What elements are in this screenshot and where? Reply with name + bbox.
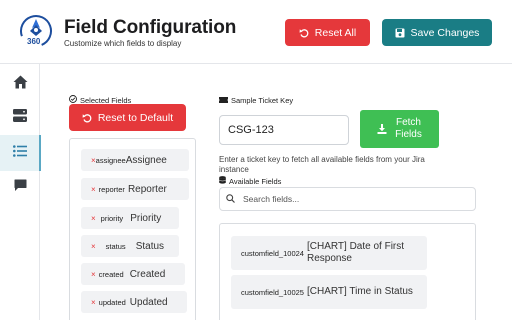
header: 360 Field Configuration Customize which …	[0, 0, 512, 64]
available-fields-heading: Available Fields	[219, 176, 281, 186]
home-icon	[13, 75, 28, 94]
ticket-key-input[interactable]: CSG-123	[219, 115, 349, 145]
page-title: Field Configuration	[64, 17, 237, 38]
list-icon	[13, 144, 27, 162]
sidebar	[0, 64, 41, 320]
search-fields-input[interactable]: Search fields...	[219, 187, 476, 211]
save-changes-label: Save Changes	[410, 26, 480, 39]
sidebar-item-server[interactable]	[0, 100, 40, 136]
remove-icon[interactable]: ×	[91, 270, 96, 279]
selected-field-chip[interactable]: × priority Priority	[81, 207, 179, 229]
fetch-label-line2: Fields	[395, 129, 422, 140]
reset-to-default-button[interactable]: Reset to Default	[69, 104, 186, 131]
selected-fields-list: × assignee Assignee × reporter Reporter …	[69, 138, 196, 320]
selected-field-chip[interactable]: × updated Updated	[81, 291, 187, 313]
available-fields-list: customfield_10024 [CHART] Date of First …	[219, 223, 476, 320]
remove-icon[interactable]: ×	[91, 214, 96, 223]
field-name: [CHART] Date of First Response	[306, 241, 405, 264]
field-name: Assignee	[125, 154, 167, 166]
ticket-hint: Enter a ticket key to fetch all availabl…	[219, 155, 425, 174]
field-id: customfield_10024	[241, 248, 304, 258]
remove-icon[interactable]: ×	[91, 185, 96, 194]
reset-all-label: Reset All	[314, 26, 357, 39]
database-icon	[219, 176, 226, 186]
field-name: Created	[129, 268, 166, 280]
field-id: priority	[100, 213, 124, 223]
logo-text: 360	[27, 37, 41, 46]
ticket-icon	[219, 96, 228, 105]
download-icon	[377, 124, 387, 134]
undo-icon	[82, 113, 92, 123]
save-changes-button[interactable]: Save Changes	[382, 19, 492, 46]
ticket-key-label: Sample Ticket Key	[231, 96, 294, 105]
search-icon	[226, 190, 235, 208]
chat-icon	[14, 179, 27, 197]
available-field-chip[interactable]: customfield_10024 [CHART] Date of First …	[231, 236, 427, 270]
fetch-fields-button[interactable]: Fetch Fields	[360, 110, 439, 148]
remove-icon[interactable]: ×	[91, 298, 96, 307]
field-id: created	[98, 269, 124, 279]
search-placeholder: Search fields...	[243, 194, 300, 204]
sidebar-item-fields[interactable]	[0, 135, 41, 171]
field-name: Updated	[129, 296, 168, 308]
reset-all-button[interactable]: Reset All	[285, 19, 370, 46]
field-id: reporter	[98, 184, 125, 194]
field-name: Status	[135, 240, 165, 252]
selected-field-chip[interactable]: × reporter Reporter	[81, 178, 189, 200]
undo-icon	[299, 28, 309, 38]
selected-field-chip[interactable]: × assignee Assignee	[81, 149, 189, 171]
selected-field-chip[interactable]: × status Status	[81, 235, 179, 257]
remove-icon[interactable]: ×	[91, 242, 96, 251]
field-id: customfield_10025	[241, 287, 304, 297]
sidebar-item-chat[interactable]	[0, 170, 40, 206]
server-icon	[13, 109, 27, 127]
reset-to-default-label: Reset to Default	[97, 111, 174, 124]
app-logo: 360	[19, 14, 53, 48]
field-id: updated	[98, 297, 126, 307]
field-name: [CHART] Time in Status	[306, 286, 413, 297]
available-fields-label: Available Fields	[229, 176, 282, 186]
ticket-key-heading: Sample Ticket Key	[219, 96, 293, 105]
sidebar-item-home[interactable]	[0, 66, 40, 102]
fetch-label-line1: Fetch	[395, 117, 421, 128]
field-id: assignee	[95, 155, 126, 165]
field-id: status	[105, 241, 126, 251]
page-subtitle: Customize which fields to display	[64, 39, 182, 48]
selected-field-chip[interactable]: × created Created	[81, 263, 185, 285]
save-icon	[395, 28, 405, 38]
field-name: Reporter	[127, 183, 167, 195]
available-field-chip[interactable]: customfield_10025 [CHART] Time in Status	[231, 275, 427, 309]
fetch-fields-label: Fetch Fields	[395, 117, 422, 141]
field-name: Priority	[130, 212, 162, 224]
